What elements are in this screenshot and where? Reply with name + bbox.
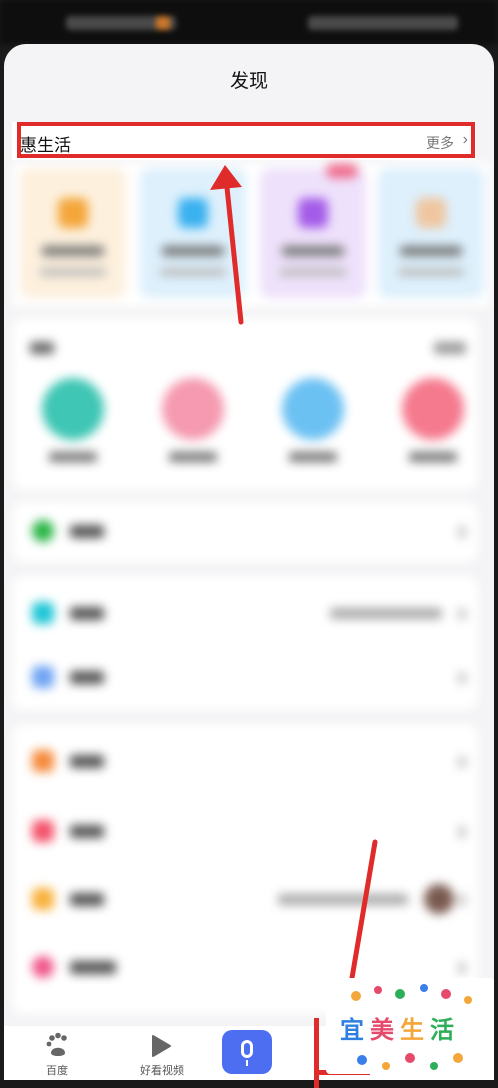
logo-char: 活 (430, 1017, 456, 1044)
arrow-line (223, 175, 244, 325)
screen: 发现 惠生活 更多 › 百度 好看视频 宜 美 生 活 (0, 0, 498, 1088)
logo-char: 美 (370, 1017, 396, 1044)
logo-char: 宜 (340, 1017, 366, 1044)
arrow-head (210, 165, 242, 190)
logo-text: 宜美生活 (338, 1010, 458, 1045)
arrow-line (349, 839, 378, 981)
watermark-logo: 宜美生活 (326, 978, 494, 1074)
annotation-arrows (210, 165, 378, 981)
logo-char: 生 (400, 1017, 426, 1044)
